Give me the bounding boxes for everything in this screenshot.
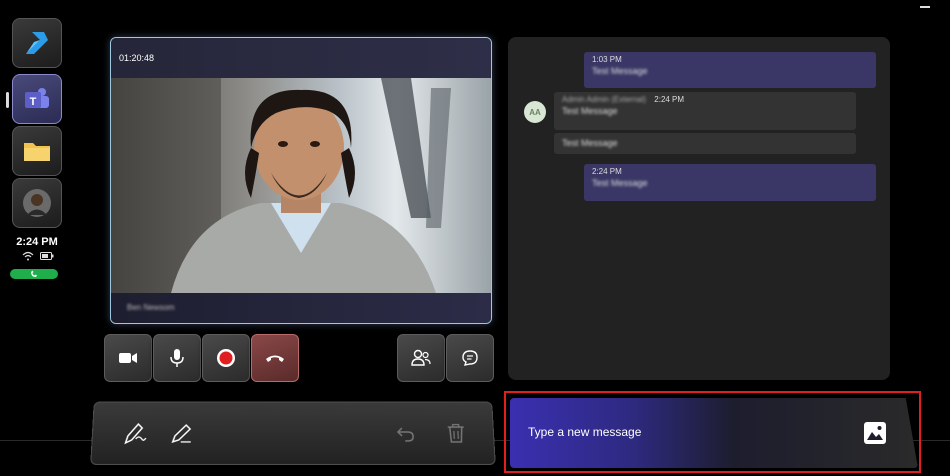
call-timer: 01:20:48 xyxy=(119,53,155,63)
pen-write-icon xyxy=(119,419,147,447)
files-app-tile[interactable] xyxy=(12,126,62,176)
image-icon xyxy=(864,422,886,444)
compose-box[interactable] xyxy=(510,398,918,468)
message-text: Test Message xyxy=(562,138,618,148)
sender-avatar[interactable]: AA xyxy=(524,101,546,123)
teams-app-tile[interactable]: T xyxy=(12,74,62,124)
ink-toolbar xyxy=(90,401,496,465)
video-footer: Ben Newsom xyxy=(111,293,491,323)
azure-icon xyxy=(26,32,48,54)
message-time: 2:24 PM xyxy=(654,95,685,104)
participant-name: Ben Newsom xyxy=(127,303,175,312)
chat-message[interactable]: 2:24 PM Test Message xyxy=(584,164,876,201)
message-text: Test Message xyxy=(592,178,648,188)
undo-button[interactable] xyxy=(389,416,424,450)
battery-icon xyxy=(40,252,54,260)
folder-icon xyxy=(24,143,50,161)
message-input[interactable] xyxy=(526,424,830,440)
video-call-panel: 01:20:48 Ben Newsom xyxy=(110,37,492,324)
minimize-indicator[interactable] xyxy=(920,6,930,8)
sender-name: Admin Admin (External) xyxy=(562,95,647,104)
message-text: Test Message xyxy=(562,106,618,116)
microphone-button[interactable] xyxy=(153,334,201,382)
undo-icon xyxy=(397,428,414,441)
record-button[interactable] xyxy=(202,334,250,382)
chat-icon xyxy=(462,350,478,366)
camera-icon xyxy=(119,353,137,363)
system-status xyxy=(22,251,54,261)
chat-message[interactable]: 1:03 PM Test Message xyxy=(584,52,876,88)
phone-icon xyxy=(31,270,37,277)
contact-app-tile[interactable] xyxy=(12,178,62,228)
delete-button[interactable] xyxy=(438,416,474,450)
chat-toggle-button[interactable] xyxy=(446,334,494,382)
video-header: 01:20:48 xyxy=(111,38,491,78)
attach-image-button[interactable] xyxy=(862,420,888,446)
participants-icon xyxy=(411,349,431,366)
chat-panel: 1:03 PM Test Message AA Admin Admin (Ext… xyxy=(508,37,890,380)
participant-video xyxy=(111,78,491,293)
camera-button[interactable] xyxy=(104,334,152,382)
hang-up-button[interactable] xyxy=(251,334,299,382)
azure-app-tile[interactable] xyxy=(12,18,62,68)
mic-icon xyxy=(170,349,184,367)
hangup-icon xyxy=(266,355,284,362)
wifi-icon xyxy=(22,251,34,261)
trash-icon xyxy=(447,423,466,443)
message-time: 1:03 PM xyxy=(592,55,622,64)
active-call-indicator[interactable] xyxy=(10,269,58,279)
chat-message[interactable]: Admin Admin (External) 2:24 PM Test Mess… xyxy=(554,92,856,130)
message-time: 2:24 PM xyxy=(592,167,622,176)
system-time: 2:24 PM xyxy=(16,236,58,248)
record-icon xyxy=(217,349,235,367)
teams-icon: T xyxy=(25,88,49,108)
participants-button[interactable] xyxy=(397,334,445,382)
message-text: Test Message xyxy=(592,66,648,76)
chat-message[interactable]: Test Message xyxy=(554,133,856,154)
active-app-indicator xyxy=(6,92,9,108)
handwriting-button[interactable] xyxy=(116,416,152,450)
participant-video-image xyxy=(111,78,451,293)
avatar-icon xyxy=(23,189,51,217)
pencil-icon xyxy=(169,420,196,446)
svg-text:T: T xyxy=(30,96,37,108)
pencil-button[interactable] xyxy=(164,416,199,450)
